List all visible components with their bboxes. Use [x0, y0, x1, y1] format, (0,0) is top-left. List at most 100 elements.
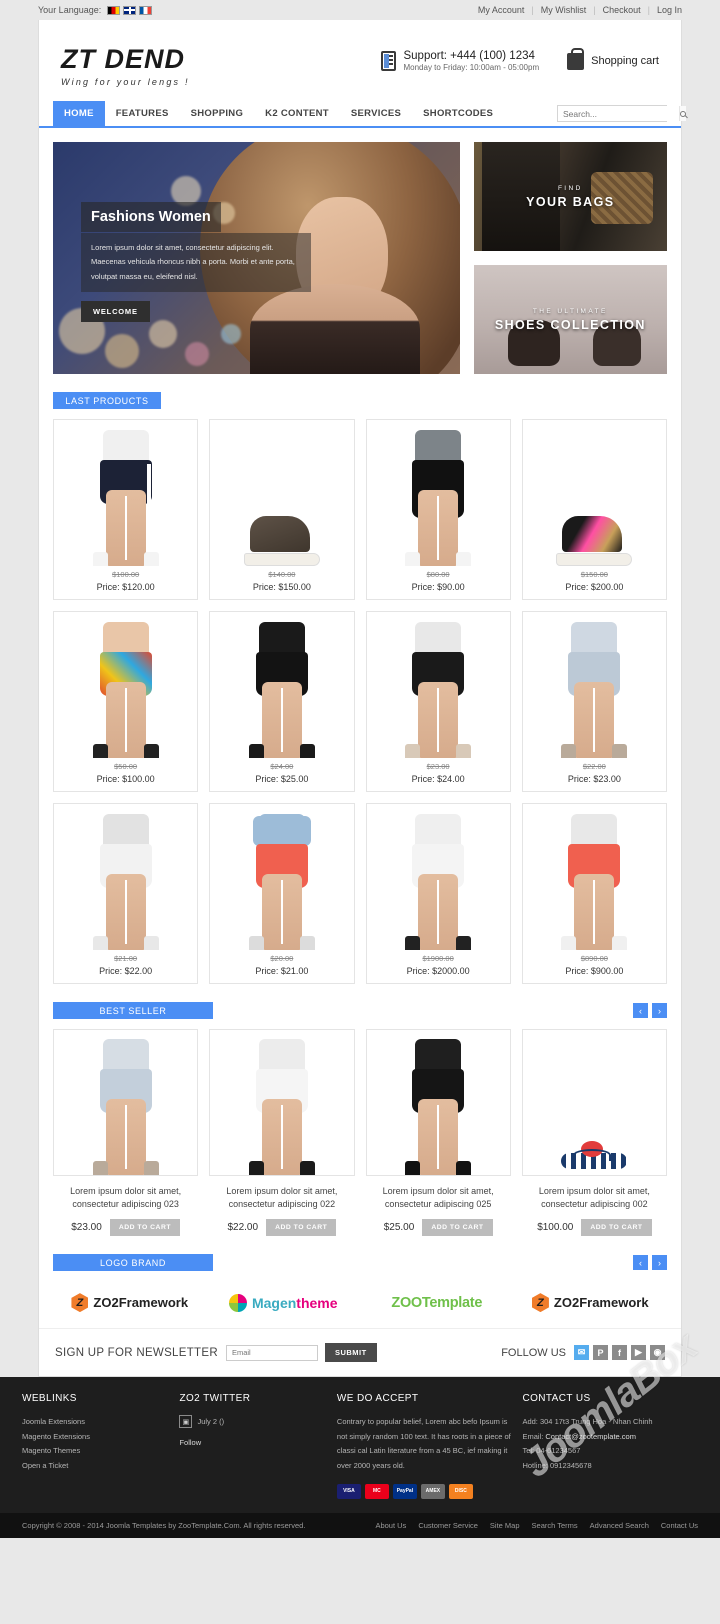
best-seller-card[interactable]: Lorem ipsum dolor sit amet, consectetur …: [365, 1029, 511, 1237]
brand-magentheme[interactable]: Magentheme: [207, 1293, 361, 1312]
top-link-my-account[interactable]: My Account: [478, 5, 525, 15]
twitter-follow-link[interactable]: Follow: [179, 1438, 201, 1447]
add-to-cart-button[interactable]: ADD TO CART: [109, 1219, 181, 1237]
product-thumbnail[interactable]: [527, 618, 662, 758]
brand-name: ZO2Framework: [93, 1295, 189, 1311]
best-seller-thumbnail[interactable]: [209, 1029, 355, 1176]
product-thumbnail[interactable]: [58, 618, 193, 758]
add-to-cart-button[interactable]: ADD TO CART: [266, 1219, 337, 1237]
product-price: Price: $120.00: [96, 582, 155, 592]
product-card[interactable]: $50.00 Price: $100.00: [53, 611, 199, 792]
support-hours: Monday to Friday: 10:00am - 05:00pm: [403, 63, 540, 72]
product-card[interactable]: $24.00 Price: $25.00: [209, 611, 355, 792]
copyright-bar: Copyright © 2008 - 2014 Joomla Templates…: [0, 1512, 720, 1538]
product-card[interactable]: $1900.00 Price: $2000.00: [365, 803, 511, 984]
shopping-cart-button[interactable]: Shopping cart: [567, 47, 659, 70]
hero-welcome-button[interactable]: WELCOME: [81, 300, 150, 322]
brand-zo2framework-2[interactable]: Z ZO2Framework: [514, 1293, 668, 1313]
footer-link-joomla-extensions[interactable]: Joomla Extensions: [22, 1415, 169, 1430]
brand-prev-button[interactable]: ‹: [633, 1255, 648, 1271]
best-seller-name: Lorem ipsum dolor sit amet, consectetur …: [70, 1186, 182, 1210]
product-card[interactable]: $890.00 Price: $900.00: [521, 803, 667, 984]
contact-hotline: Hotline: 0912345678: [522, 1460, 592, 1470]
product-thumbnail[interactable]: [58, 426, 193, 566]
footer-link-open-a-ticket[interactable]: Open a Ticket: [22, 1459, 169, 1474]
twitter-icon[interactable]: ✉: [574, 1345, 589, 1361]
top-link-log-in[interactable]: Log In: [657, 5, 682, 15]
product-thumbnail[interactable]: [214, 618, 349, 758]
logo[interactable]: ZT DEND Wing for your lengs !: [61, 40, 190, 87]
search-input[interactable]: [558, 106, 679, 121]
product-thumbnail[interactable]: [214, 810, 349, 950]
product-thumbnail[interactable]: [527, 810, 662, 950]
product-card[interactable]: $22.00 Price: $23.00: [521, 611, 667, 792]
amex-card-icon: AMEX: [420, 1483, 445, 1499]
add-to-cart-button[interactable]: ADD TO CART: [422, 1219, 493, 1237]
banner-shoes-collection[interactable]: THE ULTIMATE SHOES COLLECTION: [473, 265, 667, 374]
rss-icon[interactable]: ◉: [650, 1345, 665, 1361]
copy-link-advanced-search[interactable]: Advanced Search: [590, 1521, 649, 1530]
top-link-separator: |: [593, 5, 596, 15]
contact-email-value[interactable]: Contact@zootemplate.com: [545, 1432, 636, 1441]
product-card[interactable]: $20.00 Price: $21.00: [209, 803, 355, 984]
pinterest-icon[interactable]: P: [593, 1345, 608, 1361]
follow-us-label: FOLLOW US: [501, 1346, 566, 1359]
best-seller-grid: Lorem ipsum dolor sit amet, consectetur …: [53, 1029, 667, 1237]
facebook-icon[interactable]: f: [612, 1345, 627, 1361]
copy-link-contact-us[interactable]: Contact Us: [661, 1521, 698, 1530]
france-flag-icon[interactable]: [139, 5, 153, 15]
best-seller-card[interactable]: Lorem ipsum dolor sit amet, consectetur …: [209, 1029, 355, 1237]
best-seller-thumbnail[interactable]: [53, 1029, 199, 1176]
footer-link-magento-extensions[interactable]: Magento Extensions: [22, 1430, 169, 1445]
hero-main-banner[interactable]: Fashions Women Lorem ipsum dolor sit ame…: [53, 142, 460, 374]
best-seller-thumbnail[interactable]: [365, 1029, 511, 1176]
product-thumbnail[interactable]: [214, 426, 349, 566]
contact-email-label: Email:: [522, 1431, 546, 1441]
carousel-prev-button[interactable]: ‹: [633, 1003, 648, 1018]
section-title: BEST SELLER: [53, 1002, 213, 1019]
youtube-icon[interactable]: ▶: [631, 1345, 646, 1361]
top-link-my-wishlist[interactable]: My Wishlist: [541, 5, 587, 15]
product-thumbnail[interactable]: [371, 618, 506, 758]
copy-link-about-us[interactable]: About Us: [375, 1521, 406, 1530]
nav-item-shopping[interactable]: SHOPPING: [180, 101, 255, 126]
nav-item-features[interactable]: FEATURES: [105, 101, 180, 126]
logo-brand-header: LOGO BRAND ‹ ›: [53, 1254, 667, 1272]
german-flag-icon[interactable]: [107, 5, 121, 15]
search-box: [557, 105, 686, 122]
nav-item-home[interactable]: HOME: [53, 101, 105, 126]
copy-link-customer-service[interactable]: Customer Service: [418, 1521, 478, 1530]
search-button[interactable]: [679, 106, 686, 121]
best-seller-card[interactable]: Lorem ipsum dolor sit amet, consectetur …: [521, 1029, 667, 1237]
product-thumbnail[interactable]: [58, 810, 193, 950]
copy-link-site-map[interactable]: Site Map: [490, 1521, 520, 1530]
product-card[interactable]: $23.00 Price: $24.00: [365, 611, 511, 792]
newsletter-email-input[interactable]: [225, 1344, 318, 1361]
product-card[interactable]: $150.00 Price: $200.00: [521, 419, 667, 600]
uk-flag-icon[interactable]: [123, 5, 137, 15]
tweet-icon: ▣: [179, 1415, 193, 1429]
copy-link-search-terms[interactable]: Search Terms: [532, 1521, 578, 1530]
product-thumbnail[interactable]: [371, 426, 506, 566]
product-thumbnail[interactable]: [527, 426, 662, 566]
nav-item-shortcodes[interactable]: SHORTCODES: [412, 101, 504, 126]
product-card[interactable]: $100.00 Price: $120.00: [53, 419, 199, 600]
nav-item-services[interactable]: SERVICES: [340, 101, 412, 126]
footer-link-magento-themes[interactable]: Magento Themes: [22, 1444, 169, 1459]
top-link-checkout[interactable]: Checkout: [603, 5, 641, 15]
brand-zootemplate[interactable]: ZOOTemplate: [360, 1295, 514, 1311]
product-card[interactable]: $80.00 Price: $90.00: [365, 419, 511, 600]
best-seller-card[interactable]: Lorem ipsum dolor sit amet, consectetur …: [53, 1029, 199, 1237]
nav-item-k2-content[interactable]: K2 CONTENT: [254, 101, 340, 126]
add-to-cart-button[interactable]: ADD TO CART: [581, 1219, 652, 1237]
carousel-next-button[interactable]: ›: [652, 1003, 667, 1018]
brand-zo2framework[interactable]: Z ZO2Framework: [53, 1293, 207, 1313]
product-card[interactable]: $140.00 Price: $150.00: [209, 419, 355, 600]
newsletter-submit-button[interactable]: SUBMIT: [324, 1343, 377, 1363]
product-thumbnail[interactable]: [371, 810, 506, 950]
best-seller-thumbnail[interactable]: [521, 1029, 667, 1176]
logo-tagline: Wing for your lengs !: [61, 77, 190, 87]
banner-your-bags[interactable]: FIND YOUR BAGS: [473, 142, 667, 251]
brand-next-button[interactable]: ›: [652, 1255, 667, 1271]
product-card[interactable]: $21.00 Price: $22.00: [53, 803, 199, 984]
